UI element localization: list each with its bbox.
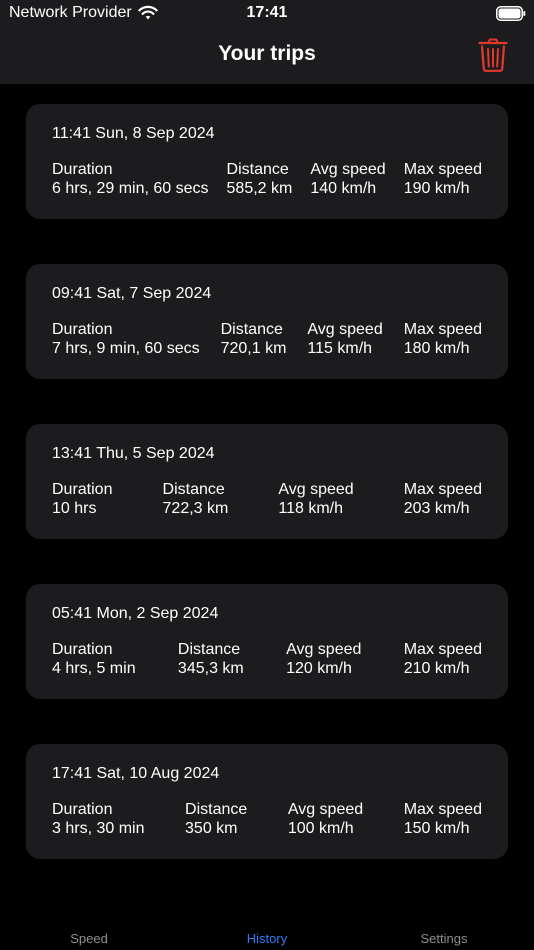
- trip-date: 09:41 Sat, 7 Sep 2024: [52, 285, 212, 302]
- stat-distance: Distance 722,3 km: [163, 480, 229, 518]
- stat-label: Avg speed: [310, 161, 386, 178]
- stat-max-speed: Max speed 180 km/h: [404, 320, 482, 358]
- stat-avg-speed: Avg speed 118 km/h: [278, 480, 353, 518]
- stat-distance: Distance 345,3 km: [178, 640, 244, 678]
- stat-value: 140 km/h: [310, 180, 377, 197]
- stat-value: 345,3 km: [177, 660, 244, 677]
- stat-max-speed: Max speed 190 km/h: [404, 160, 482, 198]
- trip-stats: Duration 3 hrs, 30 min Distance 350 km A…: [52, 800, 482, 838]
- trip-stats: Duration 10 hrs Distance 722,3 km Avg sp…: [52, 480, 482, 518]
- stat-label: Max speed: [403, 161, 482, 178]
- trip-list: 11:41 Sun, 8 Sep 2024 Duration 6 hrs, 29…: [26, 104, 508, 904]
- screen: Network Provider 17:41 Your trips 11:41 …: [0, 0, 534, 950]
- trip-date: 17:41 Sat, 10 Aug 2024: [52, 765, 220, 782]
- stat-value: 722,3 km: [162, 500, 229, 517]
- tab-history[interactable]: History: [207, 931, 327, 946]
- stat-value: 120 km/h: [286, 660, 352, 677]
- stat-value: 10 hrs: [52, 500, 97, 517]
- stat-value: 100 km/h: [287, 820, 354, 837]
- stat-label: Distance: [226, 161, 289, 178]
- page-title: Your trips: [218, 42, 316, 65]
- tab-speed[interactable]: Speed: [29, 931, 149, 946]
- trip-card[interactable]: 05:41 Mon, 2 Sep 2024 Duration 4 hrs, 5 …: [26, 584, 508, 699]
- stat-value: 585,2 km: [226, 180, 293, 197]
- stat-value: 7 hrs, 9 min, 60 secs: [52, 340, 200, 357]
- stat-max-speed: Max speed 203 km/h: [404, 480, 482, 518]
- trip-stats: Duration 7 hrs, 9 min, 60 secs Distance …: [52, 320, 482, 358]
- stat-label: Duration: [52, 321, 113, 338]
- tab-settings[interactable]: Settings: [384, 931, 504, 946]
- stat-distance: Distance 720,1 km: [221, 320, 287, 358]
- stat-label: Avg speed: [307, 321, 383, 338]
- stat-value: 118 km/h: [278, 500, 343, 517]
- stat-avg-speed: Avg speed 115 km/h: [307, 320, 382, 358]
- stat-duration: Duration 4 hrs, 5 min: [52, 640, 136, 678]
- stat-value: 6 hrs, 29 min, 60 secs: [52, 180, 209, 197]
- stat-value: 720,1 km: [220, 340, 287, 357]
- trash-icon[interactable]: [478, 38, 508, 72]
- stat-value: 203 km/h: [403, 500, 470, 517]
- stat-label: Avg speed: [286, 641, 362, 658]
- stat-value: 150 km/h: [403, 820, 470, 837]
- stat-distance: Distance 585,2 km: [227, 160, 293, 198]
- stat-label: Duration: [52, 641, 113, 658]
- trip-stats: Duration 6 hrs, 29 min, 60 secs Distance…: [52, 160, 482, 198]
- stat-value: 180 km/h: [403, 340, 470, 357]
- stat-label: Duration: [52, 481, 113, 498]
- stat-label: Distance: [185, 801, 248, 818]
- stat-value: 115 km/h: [307, 340, 373, 357]
- stat-label: Avg speed: [287, 801, 364, 818]
- stat-distance: Distance 350 km: [185, 800, 247, 838]
- stat-avg-speed: Avg speed 100 km/h: [288, 800, 363, 838]
- trip-date: 11:41 Sun, 8 Sep 2024: [52, 125, 215, 142]
- stat-duration: Duration 6 hrs, 29 min, 60 secs: [52, 160, 209, 198]
- trip-stats: Duration 4 hrs, 5 min Distance 345,3 km …: [52, 640, 482, 678]
- trip-card[interactable]: 13:41 Thu, 5 Sep 2024 Duration 10 hrs Di…: [26, 424, 508, 539]
- trip-card[interactable]: 11:41 Sun, 8 Sep 2024 Duration 6 hrs, 29…: [26, 104, 508, 219]
- stat-value: 4 hrs, 5 min: [52, 660, 136, 677]
- stat-label: Avg speed: [278, 481, 354, 498]
- stat-max-speed: Max speed 150 km/h: [404, 800, 482, 838]
- stat-label: Max speed: [403, 641, 482, 658]
- trip-date: 13:41 Thu, 5 Sep 2024: [52, 445, 215, 462]
- stat-label: Max speed: [403, 481, 482, 498]
- tab-bar: Speed History Settings: [0, 926, 534, 950]
- stat-duration: Duration 3 hrs, 30 min: [52, 800, 144, 838]
- stat-avg-speed: Avg speed 120 km/h: [286, 640, 361, 678]
- stat-value: 350 km: [185, 820, 238, 837]
- stat-avg-speed: Avg speed 140 km/h: [310, 160, 385, 198]
- nav-bar: Your trips: [0, 28, 534, 84]
- stat-value: 3 hrs, 30 min: [52, 820, 145, 837]
- battery-icon: [496, 6, 526, 21]
- stat-label: Max speed: [403, 801, 482, 818]
- stat-duration: Duration 7 hrs, 9 min, 60 secs: [52, 320, 200, 358]
- trip-date: 05:41 Mon, 2 Sep 2024: [52, 605, 219, 622]
- stat-label: Max speed: [403, 321, 482, 338]
- stat-duration: Duration 10 hrs: [52, 480, 112, 518]
- trip-card[interactable]: 17:41 Sat, 10 Aug 2024 Duration 3 hrs, 3…: [26, 744, 508, 859]
- stat-label: Duration: [52, 801, 113, 818]
- trip-card[interactable]: 09:41 Sat, 7 Sep 2024 Duration 7 hrs, 9 …: [26, 264, 508, 379]
- status-bar: Network Provider 17:41: [0, 0, 534, 28]
- stat-max-speed: Max speed 210 km/h: [404, 640, 482, 678]
- stat-label: Distance: [177, 641, 241, 658]
- stat-value: 190 km/h: [403, 180, 470, 197]
- stat-label: Distance: [162, 481, 225, 498]
- status-time: 17:41: [246, 4, 288, 21]
- stat-label: Duration: [52, 161, 113, 178]
- stat-value: 210 km/h: [403, 660, 470, 677]
- stat-label: Distance: [220, 321, 283, 338]
